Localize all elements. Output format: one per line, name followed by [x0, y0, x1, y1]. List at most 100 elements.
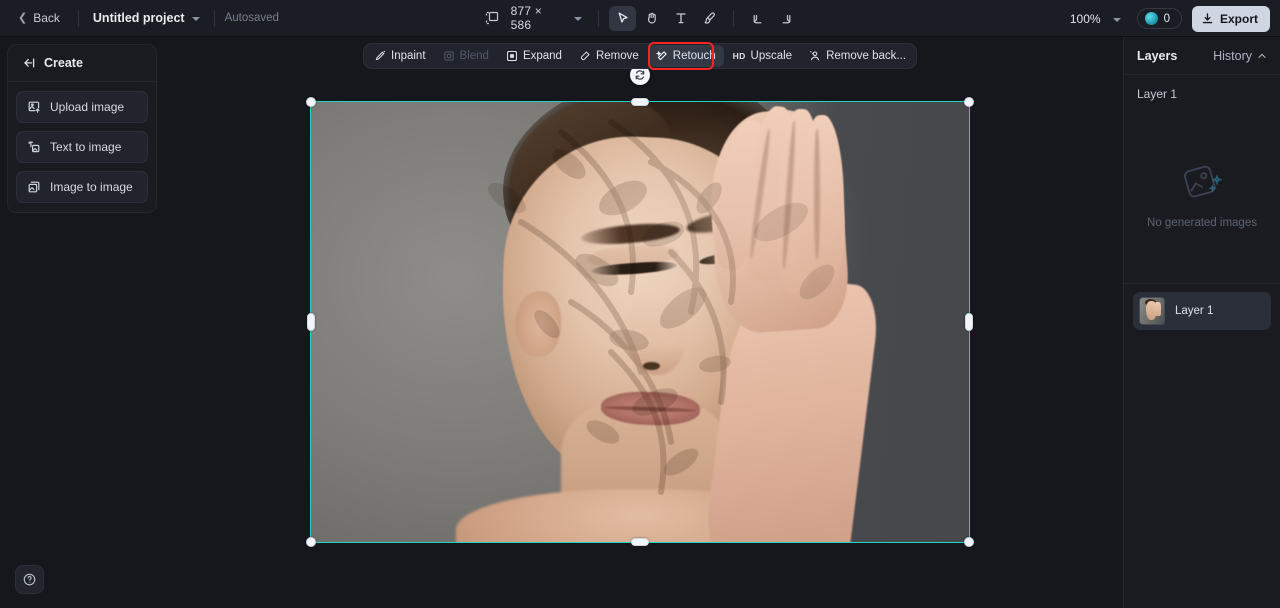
toolbar-blend-button[interactable]: Blend: [435, 45, 497, 67]
thumbnail-hand: [1153, 301, 1161, 317]
toolbar-remove-background-button[interactable]: Remove back...: [801, 45, 914, 67]
image-placeholder-icon: [1184, 165, 1223, 198]
brush-tool[interactable]: [696, 6, 723, 31]
canvas-resize-icon[interactable]: [480, 6, 505, 31]
rotate-icon: [635, 70, 645, 80]
toolbar-remove-label: Remove: [595, 50, 639, 62]
history-controls: [744, 6, 800, 31]
selected-image-object[interactable]: [306, 65, 974, 547]
help-button[interactable]: [15, 565, 44, 594]
project-name: Untitled project: [92, 11, 185, 25]
toolbar-remove-button[interactable]: Remove: [571, 45, 647, 67]
context-toolbar: Inpaint Blend Expand Remove Retouch HD U…: [363, 43, 917, 69]
toolbar-inpaint-label: Inpaint: [391, 50, 426, 62]
image-to-image-label: Image to image: [50, 180, 133, 194]
upload-image-button[interactable]: Upload image: [16, 91, 148, 123]
chevron-up-icon: [1258, 53, 1266, 58]
right-panel: Layers History Layer 1 No generated imag…: [1123, 37, 1280, 608]
resize-handle-top-left[interactable]: [306, 97, 316, 107]
zoom-dropdown[interactable]: 100%: [1064, 8, 1127, 30]
text-tool[interactable]: [667, 6, 694, 31]
image-to-image-button[interactable]: Image to image: [16, 171, 148, 203]
redo-button[interactable]: [773, 6, 800, 31]
credit-coin-icon: [1144, 12, 1158, 25]
tab-history-label: History: [1213, 49, 1252, 63]
undo-button[interactable]: [744, 6, 771, 31]
tab-history[interactable]: History: [1213, 49, 1267, 63]
canvas-size-value: 877 × 586: [510, 4, 542, 32]
create-panel-header[interactable]: Create: [8, 45, 156, 82]
zoom-level: 100%: [1069, 11, 1101, 26]
top-bar: ❮ Back Untitled project Autosaved 877 × …: [0, 0, 1280, 37]
generated-images-empty-state: No generated images: [1124, 161, 1280, 229]
resize-handle-top-right[interactable]: [964, 97, 974, 107]
create-panel: Create Upload image Text to image Image …: [7, 44, 157, 213]
text-to-image-label: Text to image: [50, 140, 122, 154]
collapse-left-icon: [24, 58, 35, 68]
back-label: Back: [33, 11, 60, 25]
resize-handle-bottom-center[interactable]: [631, 538, 649, 546]
select-tool[interactable]: [609, 5, 637, 31]
resize-handle-bottom-right[interactable]: [964, 537, 974, 547]
download-icon: [1202, 13, 1213, 24]
text-to-image-button[interactable]: Text to image: [16, 131, 148, 163]
expand-icon: [506, 51, 517, 61]
chevron-down-icon: [574, 17, 583, 21]
export-label: Export: [1219, 11, 1258, 26]
divider: [1124, 283, 1280, 284]
top-bar-left: ❮ Back Untitled project Autosaved: [0, 6, 279, 30]
resize-handle-middle-right[interactable]: [965, 313, 973, 331]
blend-icon: [443, 51, 454, 61]
canvas-area[interactable]: [0, 37, 1280, 608]
toolbar-retouch-button[interactable]: Retouch: [647, 45, 724, 67]
toolbar-blend-label: Blend: [459, 50, 489, 62]
canvas-size-dropdown[interactable]: 877 × 586: [505, 0, 589, 36]
layer-thumbnail: [1139, 297, 1165, 325]
create-panel-title: Create: [44, 56, 83, 70]
portrait-photo: [311, 102, 969, 542]
remove-icon: [580, 51, 590, 61]
text-to-image-icon: [28, 141, 40, 153]
photo-shadow-pattern: [311, 102, 969, 542]
chevron-down-icon: [191, 17, 200, 21]
toolbar-inpaint-button[interactable]: Inpaint: [366, 45, 434, 67]
tab-layers[interactable]: Layers: [1137, 49, 1177, 63]
back-button[interactable]: ❮ Back: [10, 6, 68, 30]
divider: [733, 9, 734, 27]
resize-handle-bottom-left[interactable]: [306, 537, 316, 547]
resize-handle-middle-left[interactable]: [307, 313, 315, 331]
help-icon: [23, 573, 36, 586]
chevron-down-icon: [1112, 17, 1121, 22]
autosaved-status: Autosaved: [224, 12, 279, 24]
tool-group: [609, 5, 723, 31]
export-button[interactable]: Export: [1191, 5, 1270, 32]
layer-list-spacer: [1124, 338, 1280, 608]
inpaint-icon: [375, 50, 386, 61]
project-name-dropdown[interactable]: Untitled project: [89, 7, 204, 29]
right-panel-tabs: Layers History: [1124, 37, 1280, 75]
layer-name: Layer 1: [1175, 305, 1214, 317]
divider: [598, 9, 600, 27]
remove-background-icon: [810, 51, 821, 61]
layer-heading: Layer 1: [1137, 87, 1178, 101]
hd-icon: HD: [732, 51, 746, 61]
image-editor-app: ❮ Back Untitled project Autosaved 877 × …: [0, 0, 1280, 608]
hand-tool[interactable]: [638, 6, 665, 31]
top-bar-right: 100% 0 Export: [1064, 0, 1270, 37]
retouch-icon: [655, 50, 667, 61]
toolbar-remove-background-label: Remove back...: [826, 50, 906, 62]
toolbar-expand-button[interactable]: Expand: [498, 45, 570, 67]
toolbar-retouch-label: Retouch: [672, 50, 716, 62]
layer-list-item[interactable]: Layer 1: [1133, 292, 1271, 330]
upload-image-icon: [28, 101, 40, 113]
credits-badge[interactable]: 0: [1136, 8, 1182, 29]
right-panel-body: Layer 1 No generated images: [1124, 75, 1280, 283]
top-bar-center: 877 × 586: [480, 0, 800, 37]
chevron-left-icon: ❮: [18, 11, 28, 24]
toolbar-expand-label: Expand: [522, 50, 562, 62]
resize-handle-top-center[interactable]: [631, 98, 649, 106]
toolbar-upscale-button[interactable]: HD Upscale: [725, 45, 800, 67]
divider: [213, 9, 215, 27]
empty-state-text: No generated images: [1147, 217, 1257, 229]
credits-count: 0: [1163, 12, 1170, 25]
